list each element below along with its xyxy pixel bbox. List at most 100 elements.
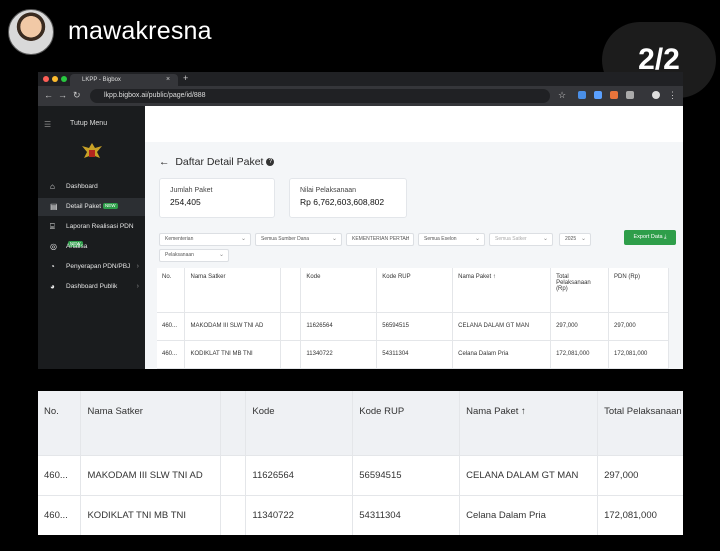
sidebar-item-label: Analisa — [66, 243, 88, 250]
table-cell: 297,000 — [550, 312, 610, 341]
profile-icon[interactable] — [652, 91, 660, 99]
browser-screenshot: LKPP - Bigbox × + ← → ↻ lkpp.bigbox.ai/p… — [38, 72, 683, 369]
table-row[interactable]: 460... KODIKLAT TNI MB TNI 11340722 5431… — [38, 495, 683, 535]
chevron-right-icon: › — [136, 283, 139, 290]
table-cell: 172,081,000 — [608, 340, 669, 369]
filter-eselon[interactable]: Semua Eselon ⌄ — [418, 233, 485, 246]
new-tab-icon[interactable]: + — [183, 73, 188, 83]
column-header: Kode RUP — [376, 268, 454, 313]
reload-icon[interactable]: ↻ — [73, 90, 81, 101]
back-arrow-icon[interactable]: ← — [159, 156, 170, 168]
extension-icon[interactable] — [594, 91, 602, 99]
chevron-down-icon: ⌄ — [542, 236, 548, 242]
toggle-menu-label[interactable]: Tutup Menu — [70, 120, 107, 127]
filter-label: Kementerian — [165, 236, 194, 242]
sidebar-item-label: Penyerapan PDN/PBJ — [66, 263, 131, 270]
home-icon: ⌂ — [50, 182, 55, 191]
table-cell: 11340722 — [245, 495, 354, 535]
sidebar-item-analisa[interactable]: ◎ Analisa — [38, 238, 145, 256]
filter-pelaksanaan[interactable]: Pelaksanaan ⌄ — [159, 249, 229, 262]
card-label: Nilai Pelaksanaan — [300, 187, 357, 194]
back-icon[interactable]: ← — [44, 90, 53, 100]
sidebar-item-dashboard-publik[interactable]: ◕ Dashboard Publik › — [38, 278, 145, 296]
summary-card-nilai-pelaksanaan: Nilai Pelaksanaan Rp 6,762,603,608,802 — [289, 178, 407, 218]
page-title: ← Daftar Detail Paket ? — [159, 156, 275, 168]
chevron-down-icon: ⌄ — [403, 236, 409, 242]
page-title-text: Daftar Detail Paket — [175, 156, 264, 168]
filter-kementerian-pertahanan[interactable]: KEMENTERIAN PERTAH ⌄ — [346, 233, 414, 246]
table-cell: CELANA DALAM GT MAN — [459, 455, 599, 496]
table-cell — [280, 340, 302, 369]
filter-satker[interactable]: Semua Satker ⌄ — [489, 233, 553, 246]
table-cell — [280, 312, 302, 341]
table-row[interactable]: 460... KODIKLAT TNI MB TNI 11340722 5431… — [157, 340, 669, 369]
filter-label: KEMENTERIAN PERTAH — [352, 236, 410, 242]
sidebar-item-dashboard[interactable]: ⌂ Dashboard — [38, 178, 145, 196]
puzzle-icon[interactable] — [626, 91, 634, 99]
detail-paket-table: No. Nama Satker Kode Kode RUP Nama Paket… — [157, 268, 669, 369]
forward-icon[interactable]: → — [58, 90, 67, 100]
column-header: Total Pelaksanaan (Rp) — [597, 391, 683, 456]
table-cell: 11626564 — [245, 455, 354, 496]
menu-icon[interactable]: ☰ — [44, 120, 51, 129]
table-row[interactable]: 460... MAKODAM III SLW TNI AD 11626564 5… — [38, 455, 683, 496]
chevron-down-icon: ⌄ — [240, 236, 246, 242]
table-cell: 54311304 — [352, 495, 461, 535]
kebab-menu-icon[interactable]: ⋮ — [668, 90, 677, 101]
card-label: Jumlah Paket — [170, 187, 213, 194]
column-header: PDN (Rp) — [608, 268, 669, 313]
sidebar-item-detail-paket[interactable]: ▤ Detail Paket NEW — [38, 198, 145, 216]
sidebar-item-penyerapan-pdn-pbj[interactable]: ◔ Penyerapan PDN/PBJ › — [38, 258, 145, 276]
filter-kementerian[interactable]: Kementerian ⌄ — [159, 233, 251, 246]
summary-card-jumlah-paket: Jumlah Paket 254,405 — [159, 178, 275, 218]
export-data-button[interactable]: Export Data ⤓ — [624, 230, 676, 245]
filter-tahun[interactable]: 2025 ⌄ — [559, 233, 591, 246]
filter-sumber-dana[interactable]: Semua Sumber Dana ⌄ — [255, 233, 342, 246]
card-value: Rp 6,762,603,608,802 — [300, 197, 385, 207]
column-header-nama-paket[interactable]: Nama Paket ↑ — [459, 391, 599, 456]
table-cell: 54311304 — [376, 340, 454, 369]
bookmark-star-icon[interactable]: ☆ — [558, 90, 566, 101]
tab-close-icon[interactable]: × — [166, 74, 170, 86]
filter-label: Semua Satker — [495, 236, 527, 242]
table-cell: 56594515 — [376, 312, 454, 341]
table-cell: 297,000 — [608, 312, 669, 341]
minimize-window-icon[interactable] — [52, 76, 58, 82]
table-row[interactable]: 460... MAKODAM III SLW TNI AD 11626564 5… — [157, 312, 669, 341]
username[interactable]: mawakresna — [68, 17, 212, 46]
sidebar: ☰ Tutup Menu ⌂ Dashboard ▤ Detail Paket N… — [38, 106, 145, 369]
maximize-window-icon[interactable] — [61, 76, 67, 82]
sidebar-item-laporan-realisasi-pdn[interactable]: ⌸ Laporan Realisasi PDNNEW — [38, 218, 145, 248]
avatar[interactable] — [8, 9, 54, 55]
table-cell: 297,000 — [597, 455, 683, 496]
chevron-down-icon: ⌄ — [331, 236, 337, 242]
table-cell: 460... — [38, 455, 82, 496]
browser-tabbar: LKPP - Bigbox × + — [38, 72, 683, 86]
sidebar-item-label: Laporan Realisasi PDN — [66, 223, 134, 230]
extension-icon[interactable] — [610, 91, 618, 99]
table-cell: 460... — [157, 312, 186, 341]
table-cell: CELANA DALAM GT MAN — [452, 312, 552, 341]
column-header — [280, 268, 302, 313]
column-header: Nama Satker — [184, 268, 282, 313]
target-icon: ◎ — [50, 242, 57, 251]
table-cell: Celana Dalam Pria — [452, 340, 552, 369]
table-cell: MAKODAM III SLW TNI AD — [184, 312, 282, 341]
filter-label: Semua Eselon — [424, 236, 457, 242]
column-header-nama-paket[interactable]: Nama Paket ↑ — [452, 268, 552, 313]
chevron-down-icon: ⌄ — [218, 252, 224, 258]
url-field[interactable]: lkpp.bigbox.ai/public/page/id/888 — [90, 89, 550, 103]
garuda-emblem-icon — [82, 143, 102, 158]
pie-icon: ◔ — [50, 262, 55, 271]
browser-tab[interactable]: LKPP - Bigbox — [70, 74, 178, 86]
table-cell: MAKODAM III SLW TNI AD — [80, 455, 222, 496]
zoomed-table-screenshot: No. Nama Satker Kode Kode RUP Nama Paket… — [38, 391, 683, 535]
tab-title: LKPP - Bigbox — [82, 77, 121, 83]
detail-paket-table-zoomed: No. Nama Satker Kode Kode RUP Nama Paket… — [38, 391, 683, 535]
help-icon[interactable]: ? — [266, 158, 275, 167]
top-header-bar — [145, 106, 683, 142]
extension-icon[interactable] — [578, 91, 586, 99]
close-window-icon[interactable] — [43, 76, 49, 82]
post-header: mawakresna 2/2 — [0, 0, 720, 98]
chevron-down-icon: ⌄ — [474, 236, 480, 242]
